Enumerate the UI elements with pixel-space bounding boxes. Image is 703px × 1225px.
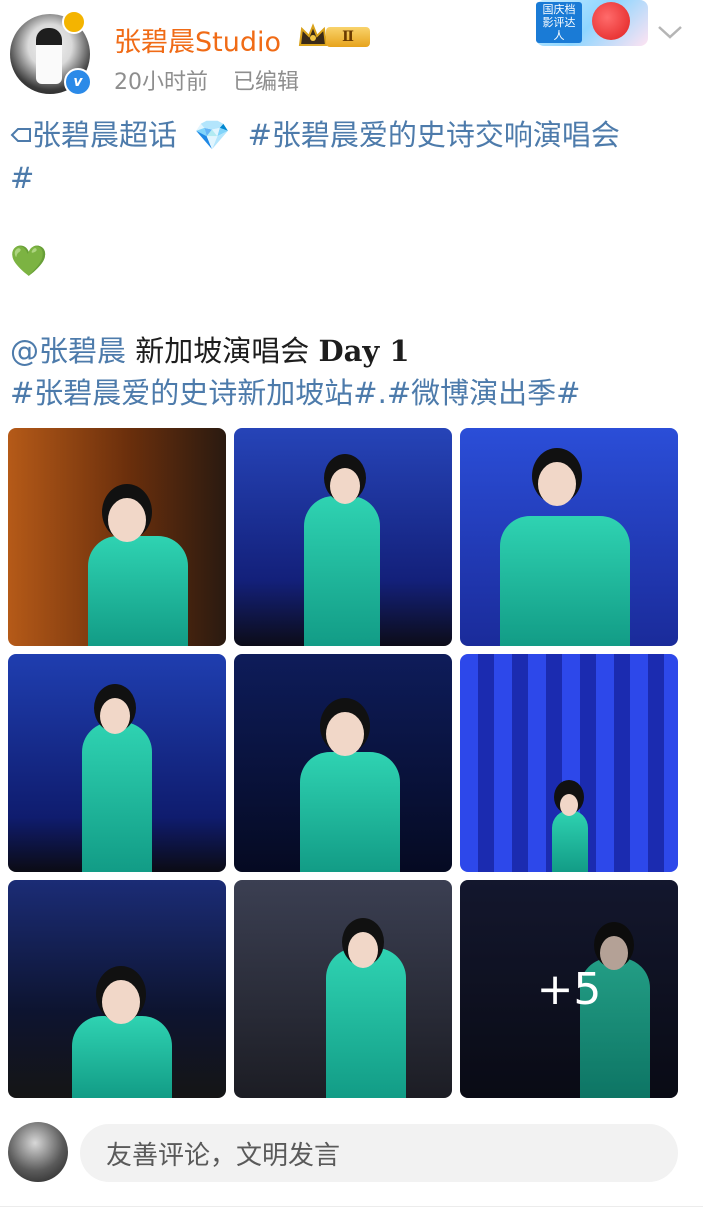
more-photos-count[interactable]: +5 — [460, 880, 678, 1098]
post-meta: 20小时前 已编辑 — [114, 64, 299, 96]
sticker-tag: 国庆档影评达人 — [536, 2, 582, 43]
green-heart-emoji: 💚 — [10, 244, 48, 279]
photo-thumbnail[interactable] — [8, 880, 226, 1098]
avatar-figure — [36, 28, 62, 84]
topic-tag-concert[interactable]: #张碧晨爱的史诗交响演唱会 — [248, 118, 620, 152]
photo-subject — [82, 722, 152, 872]
avatar-decoration-icon — [62, 10, 86, 34]
divider — [0, 1206, 703, 1207]
post-line-topics: 张碧晨超话 💎 #张碧晨爱的史诗交响演唱会 — [10, 114, 690, 156]
photo-subject-head — [348, 932, 378, 968]
author-name[interactable]: 张碧晨Studio — [114, 20, 281, 59]
supertopic-link[interactable]: 张碧晨超话 — [10, 118, 186, 152]
chevron-down-icon[interactable] — [656, 22, 684, 42]
photo-subject-head — [100, 698, 130, 734]
post-time: 20小时前 — [114, 70, 208, 95]
edited-label: 已编辑 — [233, 70, 300, 95]
photo-grid: +5 — [8, 428, 678, 1098]
photo-subject — [500, 516, 630, 646]
photo-subject — [304, 496, 380, 646]
photo-subject — [88, 536, 188, 646]
photo-subject — [326, 948, 406, 1098]
member-level-badge: Ⅱ — [326, 27, 370, 47]
topic-tag-show-season[interactable]: #微博演出季# — [387, 376, 581, 410]
photo-thumbnail[interactable] — [460, 428, 678, 646]
photo-subject — [72, 1016, 172, 1098]
comment-input[interactable]: 友善评论，文明发言 — [80, 1124, 678, 1182]
supertopic-text: 张碧晨超话 — [32, 118, 178, 152]
photo-subject-head — [330, 468, 360, 504]
photo-thumbnail[interactable] — [8, 654, 226, 872]
photo-thumbnail[interactable] — [234, 880, 452, 1098]
day-label: Day 1 — [318, 334, 410, 368]
topic-tag-singapore[interactable]: #张碧晨爱的史诗新加坡站# — [10, 376, 378, 410]
sticker-mascot-icon — [592, 2, 630, 40]
photo-subject-head — [102, 980, 140, 1024]
photo-subject — [300, 752, 400, 872]
photo-subject-head — [560, 794, 578, 816]
mention-text: 新加坡演唱会 — [126, 334, 319, 368]
photo-subject-head — [538, 462, 576, 506]
gem-emoji: 💎 — [194, 118, 231, 152]
mention-link[interactable]: @张碧晨 — [10, 334, 126, 368]
post-line-tags: #张碧晨爱的史诗新加坡站#.#微博演出季# — [10, 372, 690, 414]
crown-icon — [298, 23, 328, 46]
photo-subject — [552, 810, 588, 872]
activity-sticker[interactable]: 国庆档影评达人 — [536, 0, 648, 46]
tag-separator: . — [377, 376, 387, 410]
topic-tag-concert-end[interactable]: # — [10, 161, 34, 195]
verified-badge-icon: v — [64, 68, 92, 96]
photo-thumbnail[interactable] — [460, 654, 678, 872]
photo-subject-head — [108, 498, 146, 542]
post-line-tag-end: # — [10, 157, 690, 199]
photo-thumbnail[interactable] — [8, 428, 226, 646]
supertopic-diamond-icon — [10, 128, 31, 142]
photo-thumbnail[interactable] — [234, 654, 452, 872]
viewer-avatar[interactable] — [8, 1122, 68, 1182]
photo-subject-head — [326, 712, 364, 756]
photo-thumbnail[interactable]: +5 — [460, 880, 678, 1098]
post-line-mention: @张碧晨 新加坡演唱会 Day 1 — [10, 330, 690, 372]
photo-thumbnail[interactable] — [234, 428, 452, 646]
